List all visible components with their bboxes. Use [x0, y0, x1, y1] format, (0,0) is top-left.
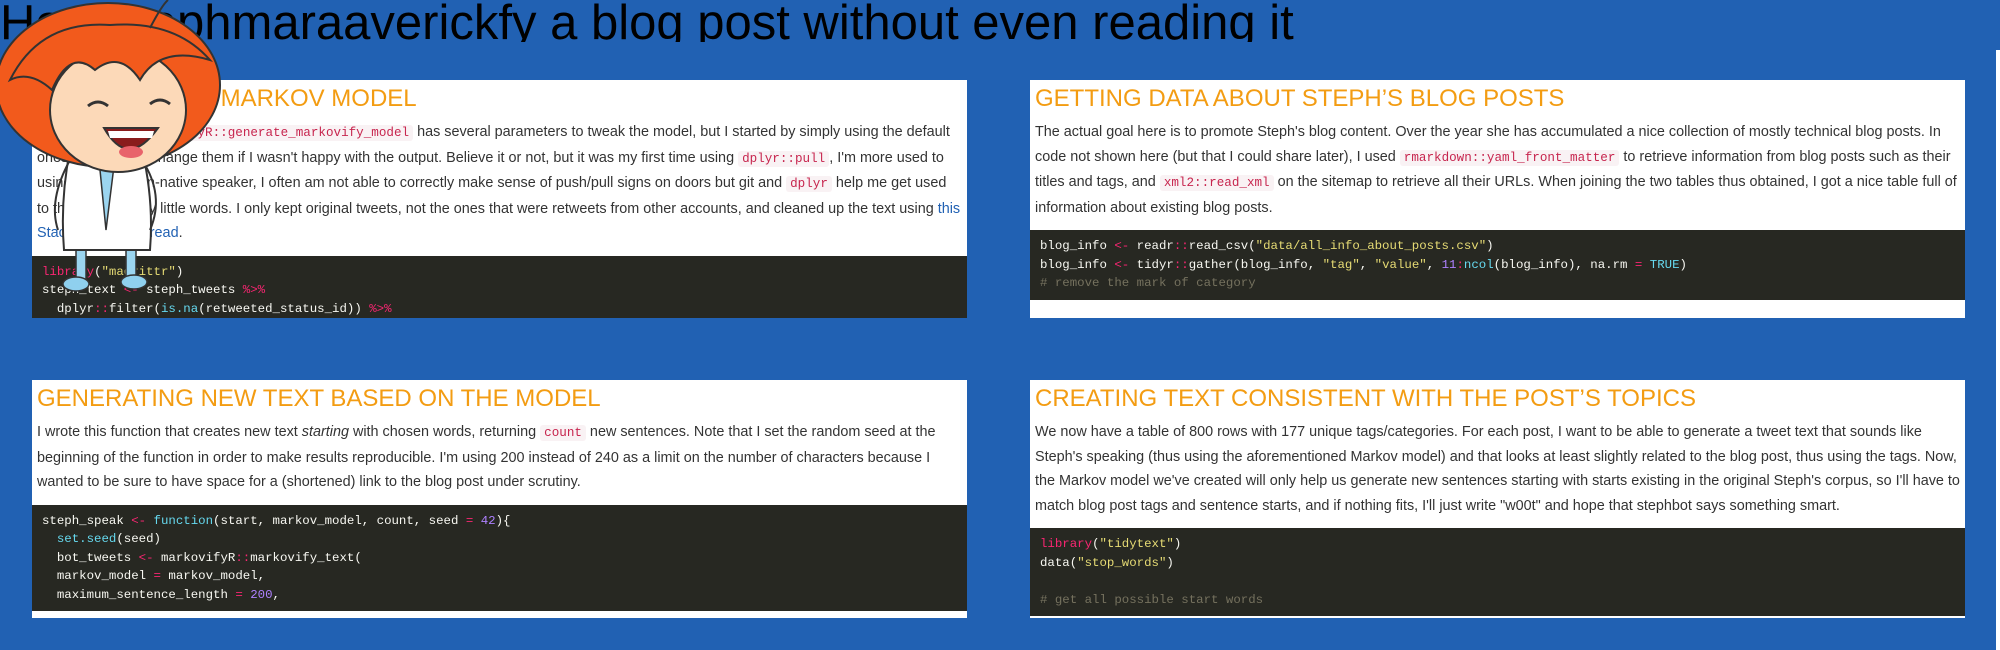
code-token: (start, markov_model, count, seed	[213, 513, 466, 528]
code-token: %>%	[242, 283, 266, 298]
code-token: library	[1040, 537, 1093, 552]
code-token: gather(blog_info,	[1188, 257, 1323, 272]
code-token: # remove the mark of category	[1040, 276, 1256, 291]
code-token: 42	[480, 513, 496, 528]
section-heading: Creating text consistent with the post’s…	[1035, 385, 1696, 412]
code-line: maximum_sentence_length = 200,	[42, 588, 280, 602]
code-token: "stop_words"	[1077, 555, 1167, 570]
section-paragraph: I wrote this function that creates new t…	[32, 420, 967, 495]
code-token: # get all possible start words	[1040, 592, 1264, 607]
code-token: =	[235, 587, 243, 602]
section-generating-new-text: Generating new text based on the model I…	[32, 380, 967, 618]
emphasis-text: starting	[301, 424, 349, 440]
code-token: readr	[1129, 239, 1174, 254]
code-token: <-	[138, 550, 154, 565]
code-token: function	[153, 513, 214, 528]
paragraph-text: I wrote this function that creates new t…	[37, 424, 302, 440]
code-token: steph_speak	[42, 513, 132, 528]
code-token: filter(	[108, 301, 161, 316]
code-token: 11	[1441, 257, 1457, 272]
inline-code: count	[540, 425, 586, 441]
code-token: 200	[250, 587, 273, 602]
code-line: # remove the mark of category	[1040, 276, 1256, 290]
code-token: markovifyR	[153, 550, 236, 565]
code-token: ,	[1426, 257, 1442, 272]
code-token: read_csv(	[1188, 239, 1256, 254]
code-token: "tag"	[1322, 257, 1360, 272]
scrollbar[interactable]	[1996, 50, 2000, 650]
code-line: bot_tweets <- markovifyR::markovify_text…	[42, 551, 362, 565]
code-token: "value"	[1374, 257, 1427, 272]
code-token: tidyr	[1129, 257, 1174, 272]
code-line: steph_speak <- function(start, markov_mo…	[42, 514, 510, 528]
code-token: dplyr	[42, 301, 95, 316]
code-token: "tidytext"	[1099, 537, 1174, 552]
inline-code: dplyr::pull	[738, 150, 830, 167]
code-token: =	[153, 569, 161, 584]
code-line: data("stop_words")	[1040, 556, 1174, 570]
code-token: ::	[1173, 239, 1189, 254]
code-token: is.na	[161, 301, 199, 316]
code-token: ::	[1173, 257, 1189, 272]
code-token: %>%	[369, 301, 392, 316]
code-token: bot_tweets	[42, 550, 139, 565]
code-token: blog_info	[1040, 239, 1115, 254]
code-token: (retweeted_status_id))	[198, 301, 370, 316]
section-heading: Generating new text based on the model	[37, 385, 601, 412]
code-token: ncol	[1463, 257, 1494, 272]
section-paragraph: The actual goal here is to promote Steph…	[1030, 120, 1965, 220]
code-token: set.seed	[56, 532, 117, 547]
code-token: ::	[235, 550, 251, 565]
code-token: markov_model,	[160, 569, 266, 584]
code-token: )	[1486, 239, 1494, 254]
code-line: blog_info <- tidyr::gather(blog_info, "t…	[1040, 258, 1687, 272]
section-creating-consistent-text: Creating text consistent with the post’s…	[1030, 380, 1965, 618]
code-token: ,	[272, 587, 280, 602]
paragraph-text: We now have a table of 800 rows with 177…	[1035, 424, 1960, 514]
code-token: )	[1173, 537, 1182, 552]
code-line: blog_info <- readr::read_csv("data/all_i…	[1040, 239, 1494, 253]
code-token: markov_model	[42, 569, 154, 584]
code-token: <-	[1114, 239, 1130, 254]
inline-code: dplyr	[786, 176, 832, 193]
section-heading: Getting data about Steph’s blog posts	[1035, 85, 1565, 112]
code-token: blog_info	[1040, 257, 1115, 272]
code-token: ,	[1359, 257, 1375, 272]
code-line: set.seed(seed)	[42, 532, 161, 546]
code-token: markovify_text(	[250, 550, 362, 565]
code-token: :	[1456, 257, 1464, 272]
code-token: <-	[1114, 257, 1130, 272]
code-token: <-	[131, 513, 147, 528]
code-token: TRUE	[1649, 257, 1680, 272]
code-line: dplyr::filter(is.na(retweeted_status_id)…	[42, 302, 392, 316]
code-block: steph_speak <- function(start, markov_mo…	[32, 504, 967, 612]
inline-code: xml2::read_xml	[1159, 175, 1274, 192]
section-getting-blog-data: Getting data about Steph’s blog posts Th…	[1030, 80, 1965, 318]
code-token: maximum_sentence_length	[42, 587, 236, 602]
code-token: (blog_info), na.rm	[1493, 257, 1635, 272]
code-token: (seed)	[116, 532, 161, 547]
code-block: blog_info <- readr::read_csv("data/all_i…	[1030, 230, 1965, 300]
code-token: data(	[1040, 555, 1078, 570]
paragraph-text: with chosen words, returning	[348, 424, 541, 440]
code-block: library("tidytext") data("stop_words") #…	[1030, 528, 1965, 617]
code-token: ::	[94, 301, 109, 316]
code-token: )	[1679, 257, 1687, 272]
code-token: (	[1092, 537, 1100, 552]
code-line: # get all possible start words	[1040, 593, 1263, 607]
code-token: ){	[495, 513, 511, 528]
section-paragraph: We now have a table of 800 rows with 177…	[1030, 420, 1965, 518]
inline-code: rmarkdown::yaml_front_matter	[1399, 149, 1620, 166]
code-line: markov_model = markov_model,	[42, 569, 265, 583]
code-token: "data/all_info_about_posts.csv"	[1255, 239, 1487, 254]
code-line: library("tidytext")	[1040, 537, 1181, 551]
code-token: )	[1166, 555, 1174, 570]
cartoon-avatar	[0, 0, 225, 300]
